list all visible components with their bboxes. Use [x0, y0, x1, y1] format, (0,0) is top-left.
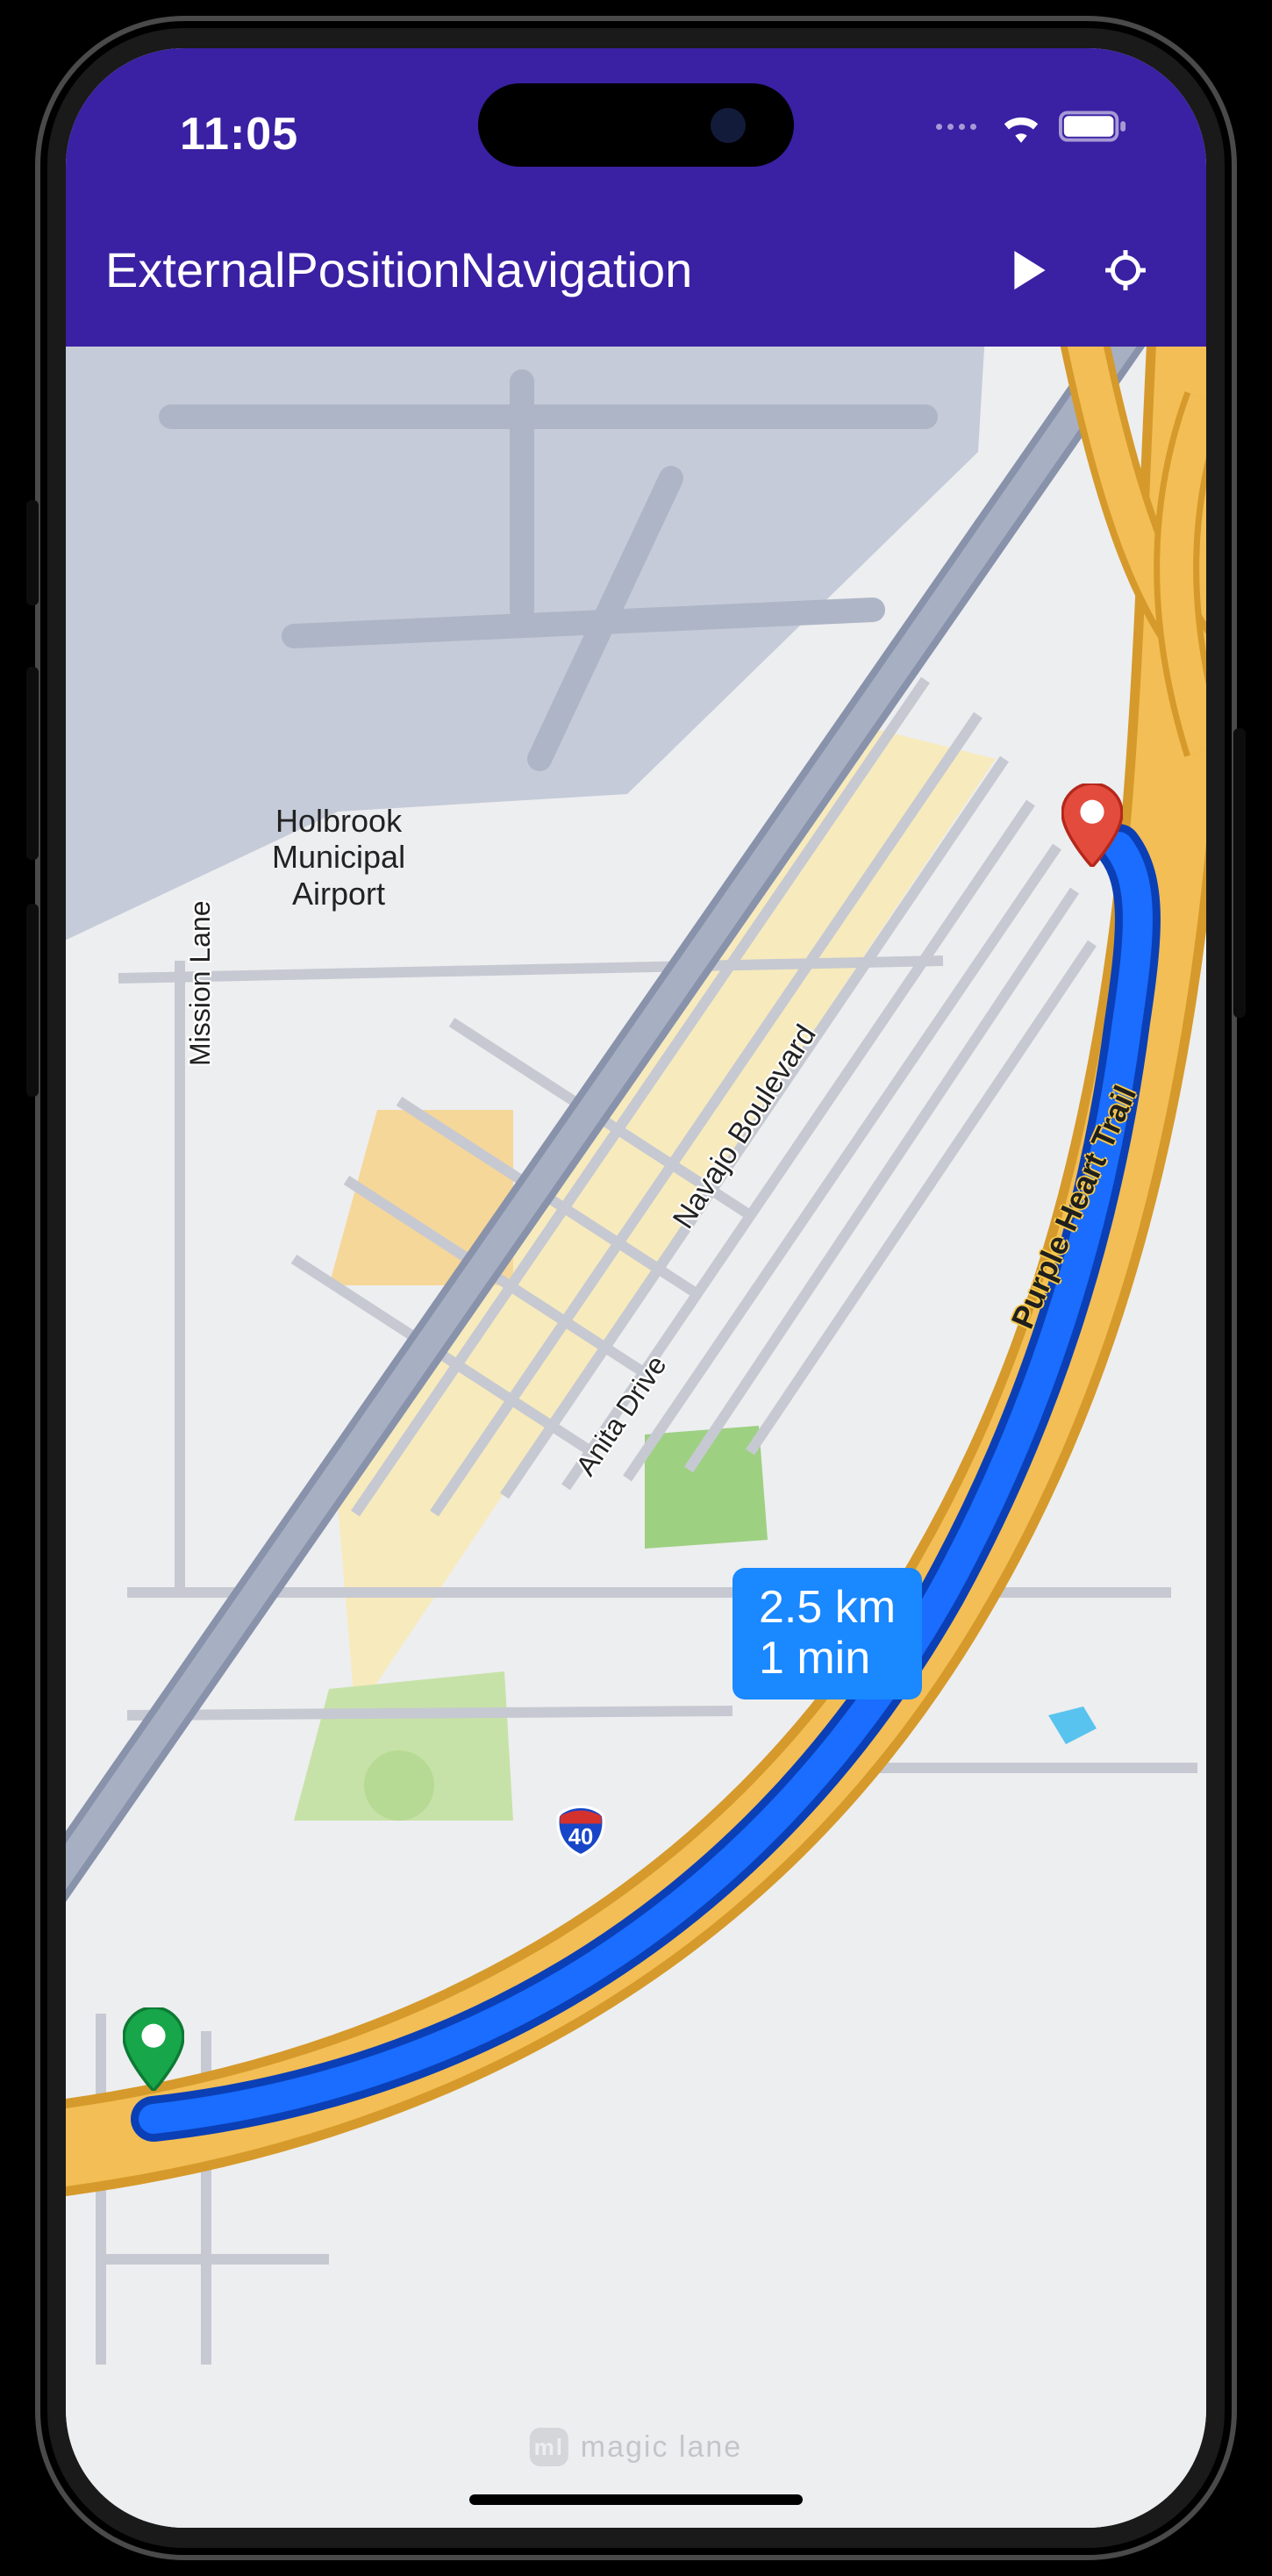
status-time: 11:05 [180, 108, 298, 161]
wifi-icon [999, 110, 1043, 143]
map-label-airport: Holbrook Municipal Airport [272, 803, 405, 912]
interstate-number: 40 [568, 1825, 593, 1850]
cellular-dots-icon [936, 124, 976, 130]
home-indicator [469, 2494, 803, 2505]
route-distance: 2.5 km [759, 1582, 896, 1633]
locate-icon [1104, 248, 1147, 292]
phone-side-button [26, 500, 39, 605]
watermark-text: magic lane [581, 2430, 742, 2465]
route-start-pin[interactable] [123, 2007, 184, 2091]
map-view[interactable]: Holbrook Municipal Airport Mission Lane … [66, 347, 1206, 2528]
route-info-box[interactable]: 2.5 km 1 min [732, 1568, 922, 1699]
battery-icon [1059, 110, 1127, 143]
play-icon [1013, 251, 1047, 290]
app-bar: ExternalPositionNavigation [66, 202, 1206, 347]
phone-volume-down [26, 904, 39, 1097]
phone-power-button [1233, 728, 1246, 1018]
interstate-shield: 40 [553, 1803, 609, 1859]
dynamic-island [478, 83, 794, 167]
phone-screen: 11:05 ExternalPositionNavigation [66, 48, 1206, 2528]
app-bar-actions [1006, 247, 1167, 294]
status-indicators [936, 110, 1127, 143]
route-end-pin[interactable] [1061, 784, 1123, 867]
locate-button[interactable] [1102, 247, 1149, 294]
app-title: ExternalPositionNavigation [105, 241, 1006, 298]
map-label-mission-lane: Mission Lane [184, 900, 217, 1066]
map-canvas [66, 347, 1206, 2528]
phone-volume-up [26, 667, 39, 860]
play-button[interactable] [1006, 247, 1054, 294]
watermark-logo-icon: ml [530, 2428, 568, 2466]
route-duration: 1 min [759, 1633, 896, 1684]
map-watermark: ml magic lane [530, 2428, 742, 2466]
